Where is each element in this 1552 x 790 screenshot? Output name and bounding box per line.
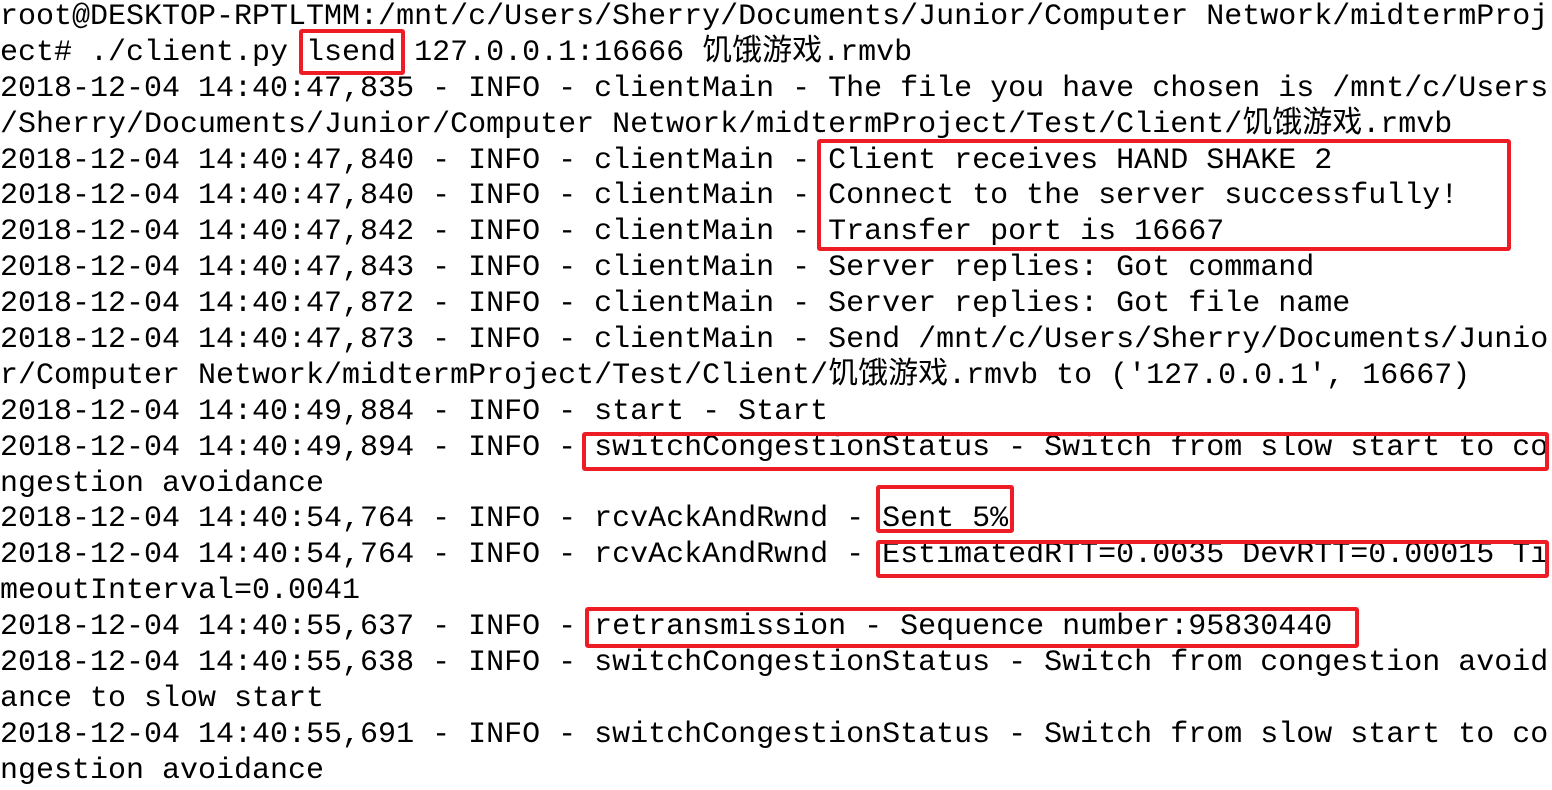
terminal-line: 2018-12-04 14:40:55,637 - INFO - retrans… xyxy=(0,610,1333,645)
terminal-line: ngestion avoidance xyxy=(0,753,325,788)
terminal-line: 2018-12-04 14:40:47,843 - INFO - clientM… xyxy=(0,251,1315,286)
terminal-line: 2018-12-04 14:40:47,840 - INFO - clientM… xyxy=(0,143,1333,178)
terminal-line: /Sherry/Documents/Junior/Computer Networ… xyxy=(0,107,1453,142)
terminal-line: 2018-12-04 14:40:55,691 - INFO - switchC… xyxy=(0,717,1549,752)
terminal-line: ngestion avoidance xyxy=(0,466,325,501)
terminal-line: 2018-12-04 14:40:47,840 - INFO - clientM… xyxy=(0,179,1459,214)
terminal-line: root@DESKTOP-RPTLTMM:/mnt/c/Users/Sherry… xyxy=(0,0,1549,34)
terminal-line: 2018-12-04 14:40:49,894 - INFO - switchC… xyxy=(0,430,1549,465)
terminal-output[interactable]: root@DESKTOP-RPTLTMM:/mnt/c/Users/Sherry… xyxy=(0,0,1552,788)
terminal-line: 2018-12-04 14:40:55,638 - INFO - switchC… xyxy=(0,646,1549,681)
terminal-line: meoutInterval=0.0041 xyxy=(0,574,361,609)
terminal-line: 2018-12-04 14:40:49,884 - INFO - start -… xyxy=(0,394,829,429)
terminal-line: 2018-12-04 14:40:47,873 - INFO - clientM… xyxy=(0,323,1549,358)
terminal-line: r/Computer Network/midtermProject/Test/C… xyxy=(0,358,1471,393)
terminal-line: 2018-12-04 14:40:54,764 - INFO - rcvAckA… xyxy=(0,502,1009,537)
terminal-line: ance to slow start xyxy=(0,681,325,716)
terminal-line: 2018-12-04 14:40:47,835 - INFO - clientM… xyxy=(0,71,1549,106)
terminal-line: 2018-12-04 14:40:47,842 - INFO - clientM… xyxy=(0,215,1225,250)
terminal-line: ect# ./client.py lsend 127.0.0.1:16666 饥… xyxy=(0,35,913,70)
terminal-line: 2018-12-04 14:40:47,872 - INFO - clientM… xyxy=(0,287,1351,322)
terminal-line: 2018-12-04 14:40:54,764 - INFO - rcvAckA… xyxy=(0,538,1549,573)
